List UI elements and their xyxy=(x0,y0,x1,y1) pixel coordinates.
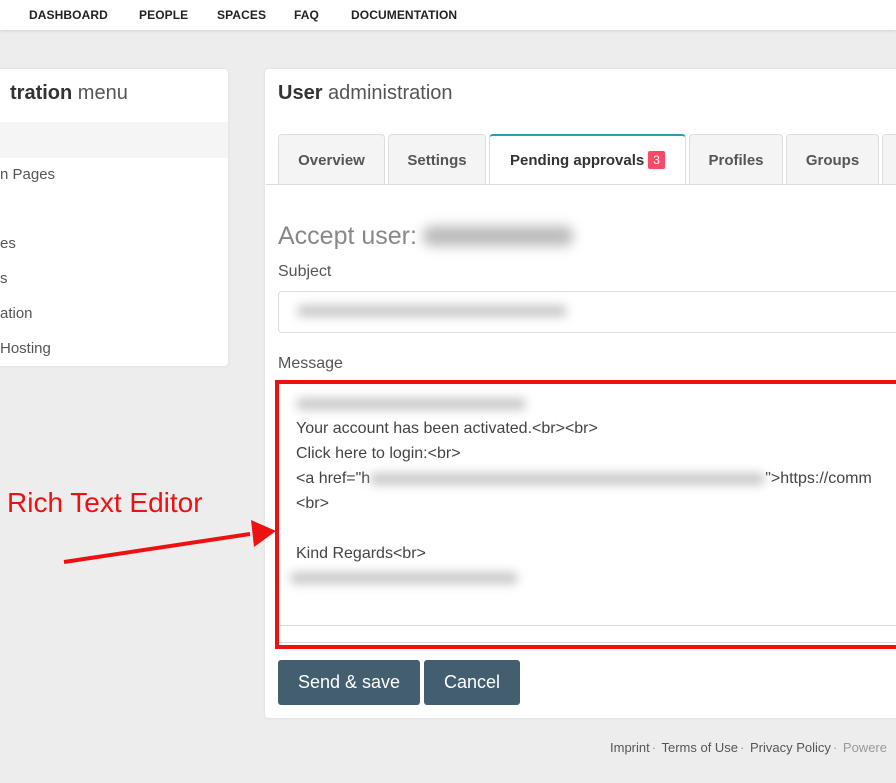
tab-settings[interactable]: Settings xyxy=(388,134,486,184)
tab-pending-approvals-label: Pending approvals xyxy=(510,152,645,169)
sidebar-item-modules[interactable]: es xyxy=(0,235,16,252)
annotation-arrow-icon xyxy=(63,520,276,564)
nav-spaces[interactable]: SPACES xyxy=(217,8,266,22)
message-line-activated: Your account has been activated.<br><br> xyxy=(296,420,598,437)
redacted-signature xyxy=(290,572,518,584)
subject-label: Subject xyxy=(278,263,332,280)
redacted-url xyxy=(370,472,766,485)
nav-people[interactable]: PEOPLE xyxy=(139,8,188,22)
redacted-subject xyxy=(297,305,567,317)
sidebar-active-item[interactable] xyxy=(0,122,228,158)
sidebar-item-settings[interactable]: s xyxy=(0,270,8,287)
accept-user-heading: Accept user: xyxy=(278,222,573,251)
message-line-regards: Kind Regards<br> xyxy=(296,545,426,562)
message-line-login: Click here to login:<br> xyxy=(296,445,461,462)
tab-groups[interactable]: Groups xyxy=(786,134,879,184)
message-line-link: <a href="h ">https://comm xyxy=(296,470,872,487)
cancel-button[interactable]: Cancel xyxy=(424,660,520,705)
pending-count-badge: 3 xyxy=(648,151,665,169)
tab-overview[interactable]: Overview xyxy=(278,134,385,184)
send-and-save-button[interactable]: Send & save xyxy=(278,660,420,705)
tab-pending-approvals[interactable]: Pending approvals 3 xyxy=(489,134,686,185)
sidebar-item-information[interactable]: ation xyxy=(0,305,33,322)
footer-imprint-link[interactable]: Imprint xyxy=(610,740,650,755)
editor-bottom-border xyxy=(280,625,896,626)
tabs-divider xyxy=(266,184,896,185)
nav-faq[interactable]: FAQ xyxy=(294,8,319,22)
redacted-greeting xyxy=(296,398,526,410)
footer-powered-by: Powere xyxy=(842,740,887,755)
subject-input[interactable] xyxy=(278,291,896,333)
admin-menu-panel xyxy=(0,69,228,366)
admin-menu-title: tration menu xyxy=(10,82,128,104)
footer-privacy-link[interactable]: Privacy Policy xyxy=(750,740,831,755)
message-label: Message xyxy=(278,355,343,372)
page-title: User administration xyxy=(278,82,453,104)
top-navigation: DASHBOARD PEOPLE SPACES FAQ DOCUMENTATIO… xyxy=(0,0,896,30)
tab-profiles[interactable]: Profiles xyxy=(689,134,783,184)
sidebar-item-pages[interactable]: n Pages xyxy=(0,166,55,183)
tab-overflow[interactable] xyxy=(882,134,896,184)
nav-dashboard[interactable]: DASHBOARD xyxy=(29,8,108,22)
sidebar-item-hosting[interactable]: Hosting xyxy=(0,340,51,357)
footer-links: Imprint · Terms of Use · Privacy Policy · P… xyxy=(610,740,887,755)
footer-terms-link[interactable]: Terms of Use xyxy=(661,740,738,755)
nav-documentation[interactable]: DOCUMENTATION xyxy=(351,8,457,22)
message-line-break: <br> xyxy=(296,495,329,512)
redacted-username xyxy=(422,226,573,246)
